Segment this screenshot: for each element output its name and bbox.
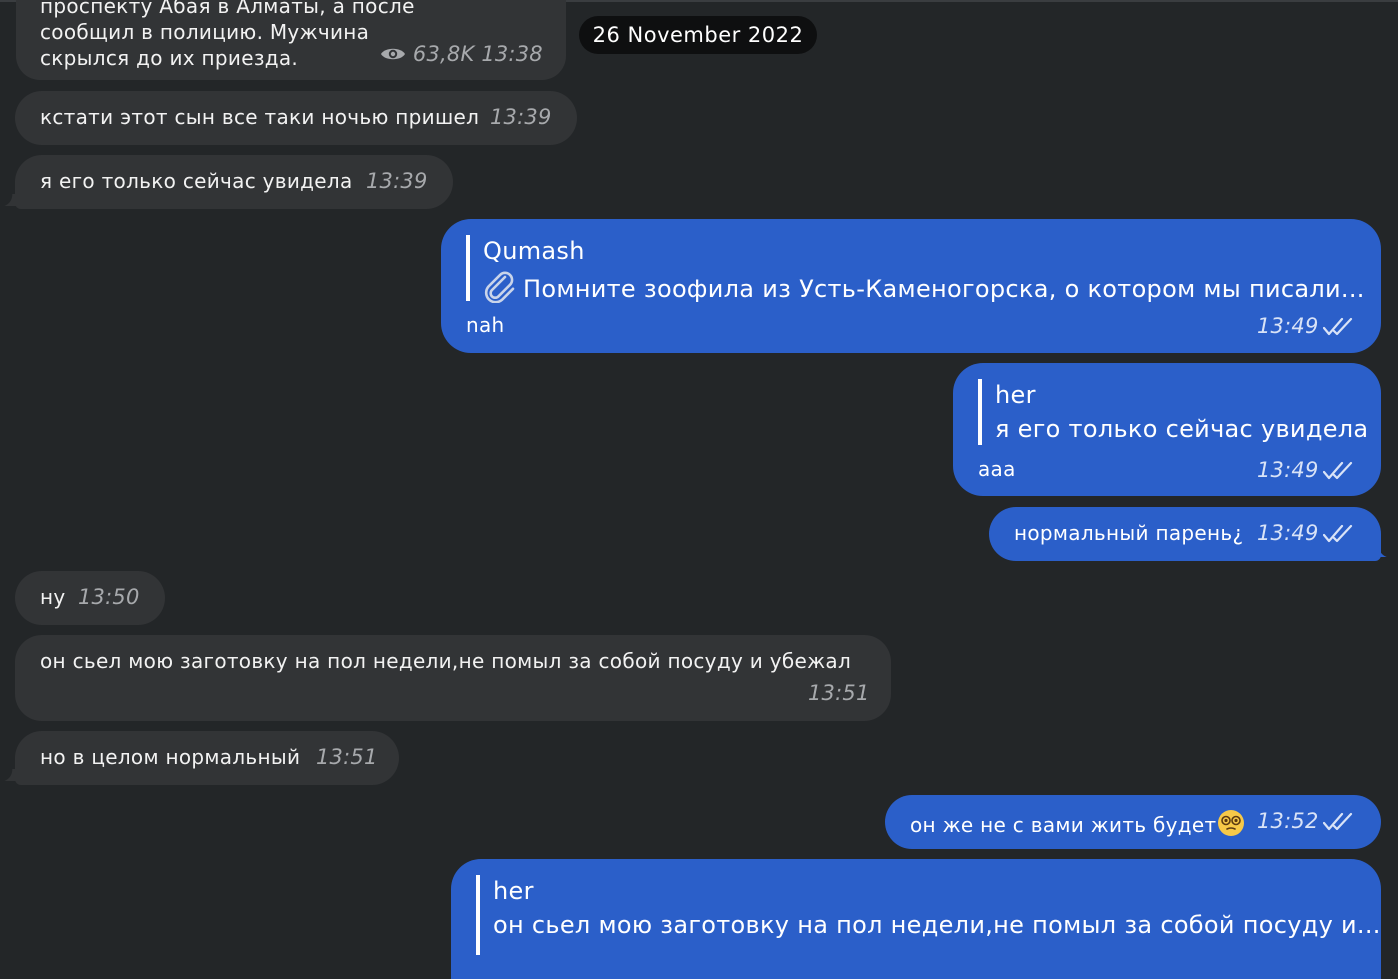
message-text: но в целом нормальный	[40, 745, 301, 769]
dizzy-face-emoji-icon	[1217, 810, 1244, 836]
date-separator: 26 November 2022	[579, 16, 817, 54]
message-meta: 13:49	[1257, 521, 1353, 545]
message-outgoing-reply[interactable]: her я его только сейчас увидела aaa 13:4…	[953, 363, 1381, 496]
double-check-icon	[1322, 461, 1352, 480]
message-text: кстати этот сын все таки ночью пришел	[40, 105, 480, 129]
message-text: он сьел мою заготовку на пол недели,не п…	[40, 649, 852, 673]
message-time: 13:39	[366, 169, 428, 193]
message-meta: 13:52	[1257, 809, 1353, 833]
reply-quote[interactable]: her я его только сейчас увидела	[978, 379, 1368, 445]
message-time: 13:51	[316, 745, 378, 769]
message-time: 13:52	[1257, 809, 1319, 833]
view-count: 63,8K	[412, 42, 475, 66]
message-time: 13:49	[1257, 458, 1319, 482]
message-time: 13:49	[1257, 521, 1319, 545]
message-incoming[interactable]: он сьел мою заготовку на пол недели,не п…	[15, 635, 891, 721]
message-incoming[interactable]: но в целом нормальный 13:51	[15, 731, 399, 785]
reply-text: Помните зоофила из Усть-Каменогорска, о …	[523, 275, 1365, 303]
double-check-icon	[1322, 812, 1352, 831]
message-text: он же не с вами жить будет	[910, 813, 1217, 837]
message-line: сообщил в полицию. Мужчина	[40, 20, 370, 44]
reply-quote[interactable]: her он сьел мою заготовку на пол недели,…	[476, 875, 1381, 955]
message-time: 13:39	[490, 105, 552, 129]
message-time: 13:50	[78, 585, 140, 609]
message-text: nah	[466, 313, 505, 337]
message-incoming[interactable]: я его только сейчас увидела 13:39	[15, 155, 453, 209]
message-meta: 13:49	[1257, 314, 1353, 338]
message-line: проспекту Абая в Алматы, а после	[40, 0, 415, 18]
message-time: 13:49	[1257, 314, 1319, 338]
message-meta: 63,8K 13:38	[380, 42, 543, 66]
message-incoming-forwarded-post[interactable]: проспекту Абая в Алматы, а после сообщил…	[16, 0, 566, 80]
message-text: ну	[40, 585, 66, 609]
reply-quote[interactable]: Qumash Помните зоофила из Усть-Каменогор…	[466, 235, 1365, 304]
message-incoming[interactable]: ну 13:50	[15, 571, 165, 625]
reply-text: он сьел мою заготовку на пол недели,не п…	[493, 911, 1381, 939]
double-check-icon	[1322, 524, 1352, 543]
message-time: 13:38	[481, 42, 543, 66]
message-outgoing[interactable]: он же не с вами жить будет 13:52	[885, 795, 1381, 849]
message-outgoing-reply[interactable]: her он сьел мою заготовку на пол недели,…	[451, 859, 1381, 979]
message-text: aaa	[978, 457, 1016, 481]
message-meta: 13:49	[1257, 458, 1353, 482]
message-text: я его только сейчас увидела	[40, 169, 353, 193]
reply-author: Qumash	[483, 237, 585, 265]
message-time: 13:51	[808, 681, 870, 705]
reply-author: her	[493, 877, 534, 905]
double-check-icon	[1322, 317, 1352, 336]
message-incoming[interactable]: кстати этот сын все таки ночью пришел 13…	[15, 91, 577, 145]
reply-author: her	[995, 381, 1036, 409]
message-text: нормальный парень¿	[1014, 521, 1244, 545]
eye-icon	[381, 48, 405, 60]
paperclip-icon	[484, 271, 515, 304]
reply-text: я его только сейчас увидела	[995, 415, 1369, 443]
message-outgoing[interactable]: нормальный парень¿ 13:49	[989, 507, 1381, 561]
message-outgoing-reply[interactable]: Qumash Помните зоофила из Усть-Каменогор…	[441, 219, 1381, 353]
message-line: скрылся до их приезда.	[40, 46, 299, 70]
